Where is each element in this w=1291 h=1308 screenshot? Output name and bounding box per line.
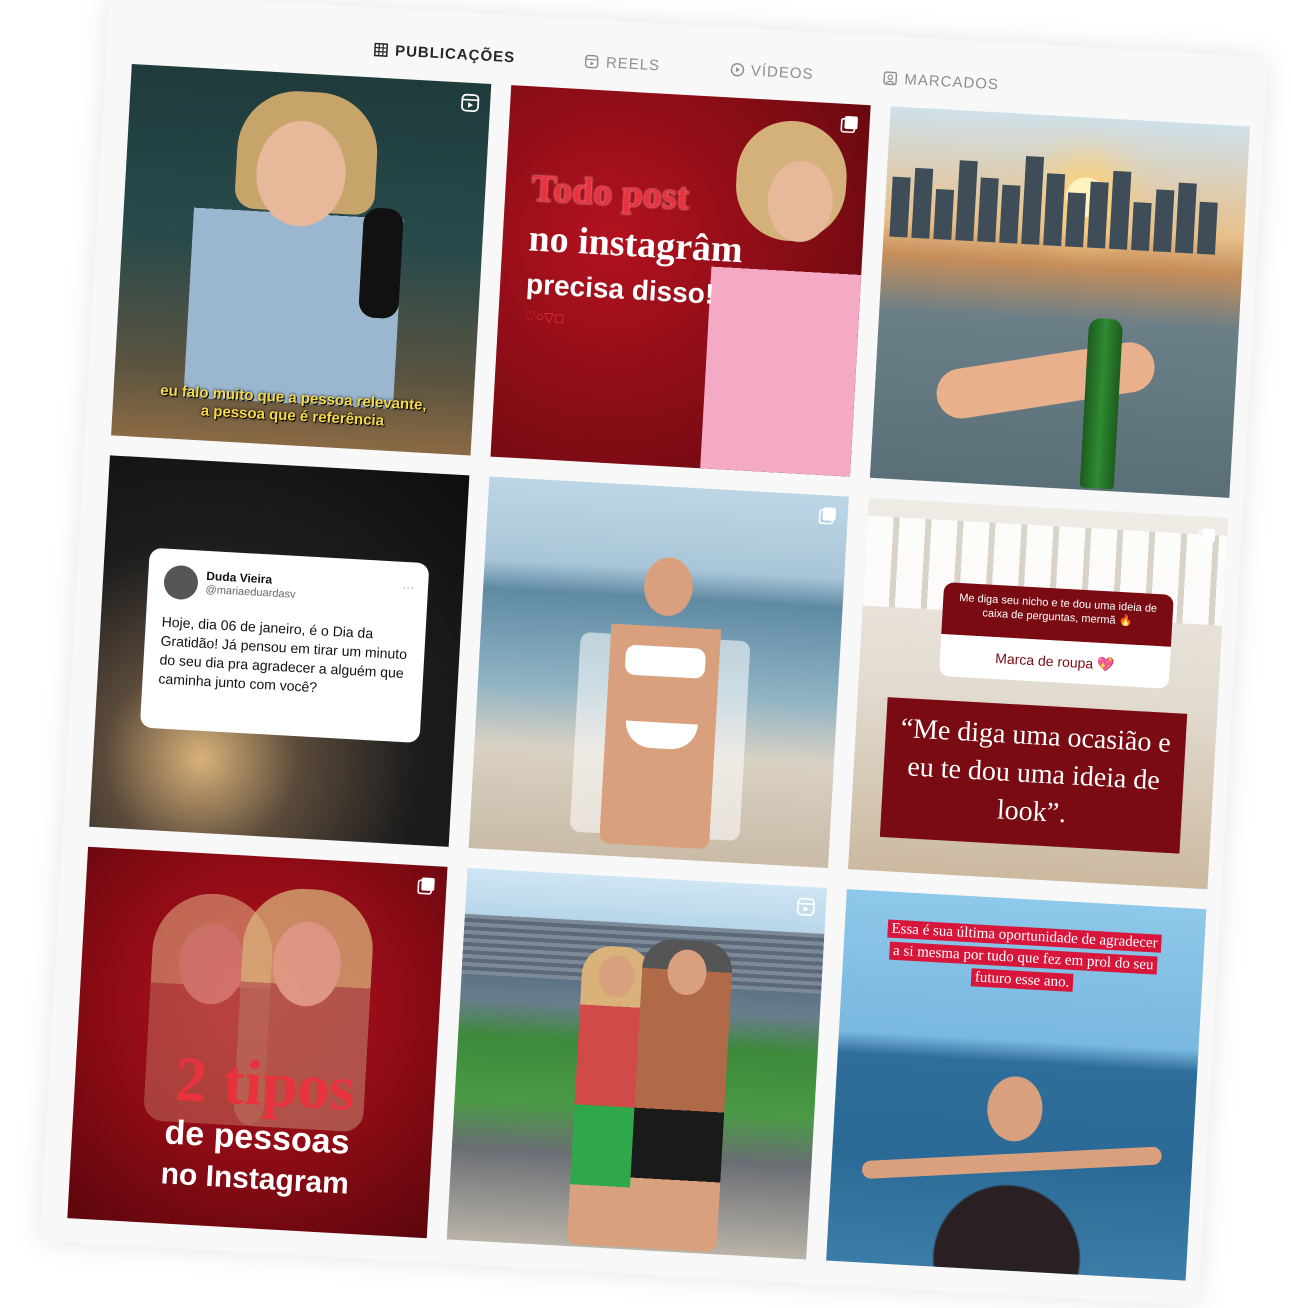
carousel-icon — [417, 877, 435, 895]
bottle-image — [1079, 317, 1124, 490]
tag-icon — [883, 71, 898, 86]
post-headline: precisa disso! — [525, 268, 716, 310]
tweet-text: Hoje, dia 06 de janeiro, é o Dia da Grat… — [158, 613, 408, 696]
tweet-author-handle: @mariaeduardasv — [205, 583, 296, 601]
post-quote: “Me diga uma ocasião e eu te dou uma ide… — [879, 697, 1188, 854]
skyline-image — [883, 146, 1247, 256]
caption-text: Essa é sua última oportunidade de agrade… — [886, 919, 1163, 992]
carousel-badge — [817, 505, 838, 526]
post-tile[interactable]: Me diga seu nicho e te dou uma ideia de … — [848, 497, 1229, 890]
carousel-badge — [416, 875, 437, 896]
posts-grid: eu falo muito que a pessoa relevante, a … — [67, 63, 1251, 1281]
tab-label: VÍDEOS — [750, 62, 815, 83]
carousel-icon — [840, 115, 858, 134]
post-tile[interactable] — [869, 106, 1251, 498]
tab-label: PUBLICAÇÕES — [394, 42, 516, 66]
post-tile[interactable]: eu falo muito que a pessoa relevante, a … — [111, 63, 492, 456]
reels-icon — [585, 54, 599, 69]
microphone-image — [358, 207, 405, 320]
carousel-badge — [839, 114, 860, 135]
post-tile[interactable]: Todo post no instagrâm precisa disso! ♡○… — [490, 85, 871, 477]
post-headline: Todo post — [530, 167, 691, 219]
tab-marcados[interactable]: MARCADOS — [882, 58, 1000, 104]
post-caption: Essa é sua última oportunidade de agrade… — [882, 917, 1165, 999]
reels-icon — [796, 897, 815, 916]
profile-feed: PUBLICAÇÕES REELS VÍDEOS MARCADOS eu fal… — [40, 0, 1268, 1306]
more-icon: ··· — [401, 579, 415, 595]
post-image — [624, 644, 707, 679]
post-tile[interactable]: Duda Vieira @mariaeduardasv ··· Hoje, di… — [89, 455, 470, 847]
post-tile[interactable] — [446, 867, 827, 1260]
post-image — [626, 937, 734, 1253]
post-image — [599, 543, 726, 850]
carousel-icon — [1198, 528, 1216, 546]
post-image — [700, 106, 871, 477]
reel-badge — [460, 92, 481, 113]
post-image — [933, 338, 1159, 422]
tweet-card: Duda Vieira @mariaeduardasv ··· Hoje, di… — [139, 547, 430, 744]
post-tile[interactable]: 2 tipos de pessoas no Instagram — [67, 846, 448, 1239]
reels-icon — [461, 93, 480, 113]
grid-icon — [374, 42, 389, 57]
post-headline: no instagrâm — [527, 217, 744, 272]
tab-label: REELS — [605, 53, 661, 74]
tab-reels[interactable]: REELS — [584, 41, 661, 85]
avatar — [163, 564, 199, 601]
carousel-badge — [1197, 526, 1218, 547]
post-tile[interactable] — [468, 476, 849, 869]
tab-label: MARCADOS — [903, 70, 1000, 93]
post-tile[interactable]: Essa é sua última oportunidade de agrade… — [826, 889, 1207, 1281]
social-icons: ♡○▽◻ — [523, 308, 566, 326]
tab-videos[interactable]: VÍDEOS — [729, 49, 815, 94]
play-icon — [730, 63, 744, 77]
tab-publicacoes[interactable]: PUBLICAÇÕES — [373, 29, 516, 77]
post-caption: eu falo muito que a pessoa relevante, a … — [132, 381, 454, 435]
reel-badge — [795, 896, 816, 917]
carousel-icon — [818, 507, 837, 525]
